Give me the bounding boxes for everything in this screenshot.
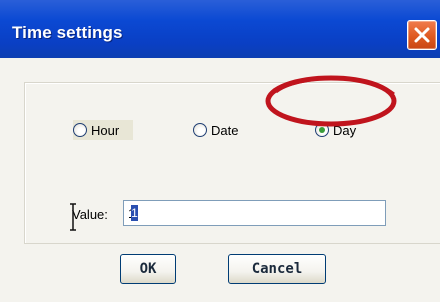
title-bar: Time settings	[0, 0, 440, 58]
day-radio-label: Day	[333, 122, 357, 138]
cancel-button[interactable]: Cancel	[228, 254, 326, 284]
selected-radio-dot-icon	[319, 127, 325, 133]
value-label-text: Value:	[72, 207, 108, 222]
time-settings-dialog-body: Hour Date Day Value: 1 OK Cancel	[0, 58, 440, 302]
day-radio-button[interactable]	[315, 123, 329, 137]
settings-group-panel: Hour Date Day Value: 1	[24, 82, 440, 244]
close-icon	[414, 27, 430, 43]
hour-radio-option[interactable]: Hour	[73, 120, 134, 140]
close-button[interactable]	[407, 20, 437, 50]
hour-radio-label: Hour	[91, 122, 120, 138]
hour-radio-button[interactable]	[73, 123, 87, 137]
value-input[interactable]	[123, 200, 386, 226]
ok-button[interactable]: OK	[120, 254, 176, 284]
selected-value-text: 1	[131, 205, 138, 221]
value-label: Value:	[72, 207, 108, 222]
window-title: Time settings	[12, 23, 123, 42]
time-settings-screenshot: Time settings Hour Date Day Value: 1 1 O…	[0, 0, 440, 302]
day-radio-option[interactable]: Day	[315, 120, 360, 140]
date-radio-label: Date	[211, 122, 239, 138]
date-radio-button[interactable]	[193, 123, 207, 137]
date-radio-option[interactable]: Date	[193, 120, 242, 140]
